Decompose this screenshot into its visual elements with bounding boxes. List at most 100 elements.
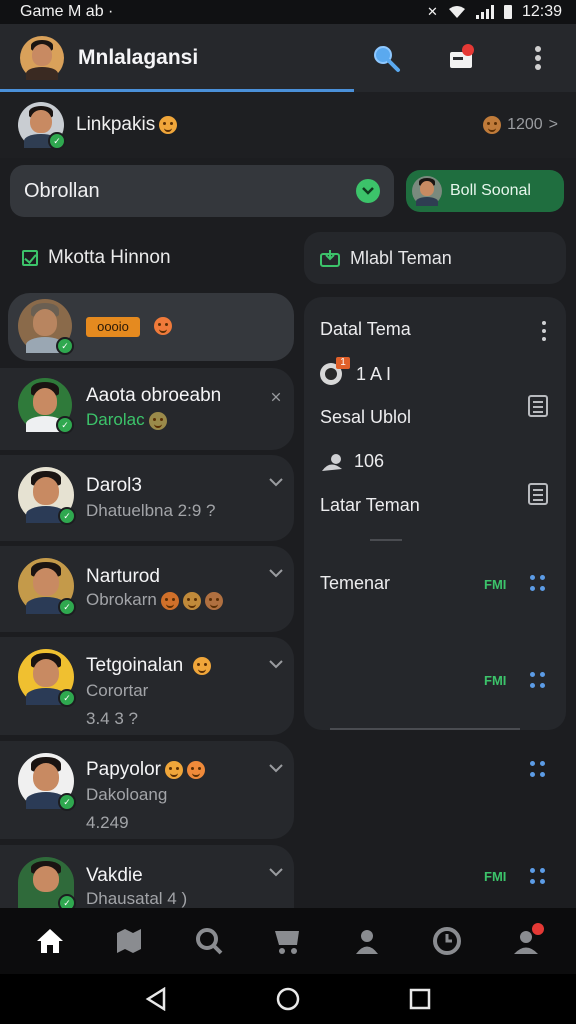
emoji-icon — [148, 411, 167, 430]
online-check-icon: ✓ — [58, 598, 76, 616]
nav-search[interactable] — [189, 921, 229, 961]
chevron-down-icon[interactable] — [268, 568, 284, 578]
document-icon[interactable] — [528, 483, 548, 505]
nav-map[interactable] — [109, 921, 149, 961]
more-options-button[interactable] — [520, 40, 556, 76]
search-button[interactable] — [368, 40, 404, 76]
coin-icon — [483, 116, 502, 134]
linked-account-row[interactable]: ✓ Linkpakis 1200 > — [0, 92, 576, 158]
emoji-icon — [165, 760, 183, 779]
emoji-icon — [204, 591, 223, 610]
collapse-icon[interactable] — [268, 392, 284, 402]
chat-item[interactable]: ✓ oooio — [8, 293, 294, 361]
battery-icon — [503, 5, 512, 19]
camera-icon: 1 — [320, 357, 350, 385]
chevron-down-icon[interactable] — [268, 659, 284, 669]
status-time: 12:39 — [521, 3, 562, 20]
person-icon — [356, 930, 379, 954]
chat-avatar: ✓ — [18, 558, 76, 616]
chevron-right-icon: > — [548, 116, 558, 133]
nav-profile[interactable] — [506, 921, 546, 961]
emoji-icon — [187, 760, 205, 779]
status-badge: FMI — [484, 869, 507, 884]
bottom-navigation — [0, 908, 576, 974]
linked-name: Linkpakis — [76, 114, 479, 136]
panel-row-label: Latar Teman — [320, 495, 420, 515]
search-label: Obrollan — [24, 179, 100, 202]
panel-row-value: 1 1 A I — [320, 357, 391, 385]
mute-icon: ✕ — [427, 4, 438, 19]
status-left-text: Game M ab · — [20, 3, 114, 20]
search-bar[interactable]: Obrollan — [10, 165, 394, 217]
home-circle-icon[interactable] — [276, 987, 300, 1011]
notifications-button[interactable] — [444, 40, 480, 76]
chat-item[interactable]: ✓ Tetgoinalan Corortar 3.4 3 ? — [0, 637, 294, 735]
emoji-icon — [154, 317, 172, 335]
chat-preview: Corortar — [86, 681, 149, 700]
chat-avatar: ✓ — [18, 649, 76, 707]
status-badge: oooio — [86, 317, 140, 337]
app-header: Mnlalagansi — [0, 24, 576, 92]
chat-avatar: ✓ — [18, 467, 76, 525]
chat-name: Narturod — [86, 566, 160, 587]
chat-name: Tetgoinalan — [86, 655, 212, 677]
chat-item[interactable]: ✓ Narturod Obrokarn — [0, 546, 294, 632]
status-bar: Game M ab · ✕ 12:39 — [0, 0, 576, 24]
chevron-down-icon[interactable] — [268, 867, 284, 877]
online-check-icon: ✓ — [58, 689, 76, 707]
emoji-icon — [159, 115, 178, 134]
chat-name: Papyolor — [86, 759, 205, 781]
grid-dots-icon[interactable] — [530, 761, 546, 777]
friend-detail-panel: Datal Tema 1 1 A I Sesal Ublol 106 Latar… — [304, 297, 566, 730]
nav-cart[interactable] — [268, 921, 308, 961]
clock-icon — [432, 927, 461, 955]
chat-preview: Obrokarn — [86, 590, 223, 610]
recents-icon[interactable] — [409, 988, 431, 1010]
chat-name: Darol3 — [86, 475, 142, 496]
chat-preview: Dhausatal 4 ) — [86, 889, 188, 908]
map-icon — [117, 929, 142, 953]
nav-home[interactable] — [30, 921, 70, 961]
friend-pill-label: Boll Soonal — [450, 182, 531, 199]
kebab-icon[interactable] — [542, 321, 546, 341]
chevron-down-icon[interactable] — [268, 477, 284, 487]
chat-avatar: ✓ — [18, 299, 74, 355]
online-check-icon: ✓ — [58, 507, 76, 525]
grid-dots-icon[interactable] — [530, 575, 546, 591]
chevron-down-icon[interactable] — [356, 179, 380, 203]
grid-dots-icon[interactable] — [530, 868, 546, 884]
chat-item[interactable]: ✓ Vakdie Dhausatal 4 ) — [0, 845, 294, 912]
profile-avatar[interactable] — [20, 36, 64, 80]
chat-name: Vakdie — [86, 865, 143, 886]
chat-item[interactable]: ✓ Darol3 Dhatuelbna 2:9 ? — [0, 455, 294, 541]
home-icon — [36, 929, 63, 953]
chevron-down-icon[interactable] — [268, 763, 284, 773]
left-column-heading: Mkotta Hinnon — [22, 244, 171, 272]
cart-icon — [274, 931, 299, 954]
back-icon[interactable] — [145, 987, 167, 1011]
checkbox-icon — [22, 250, 38, 266]
document-icon[interactable] — [528, 395, 548, 417]
panel-title: Datal Tema — [320, 319, 411, 339]
nav-people[interactable] — [347, 921, 387, 961]
signal-icon — [475, 5, 494, 19]
friend-pill-button[interactable]: Boll Soonal — [406, 170, 564, 212]
wifi-icon — [448, 6, 465, 18]
emoji-icon — [160, 591, 179, 610]
nav-clock[interactable] — [427, 921, 467, 961]
panel-row-label: Sesal Ublol — [320, 407, 412, 427]
right-column-heading[interactable]: Mlabl Teman — [304, 232, 566, 284]
mailbox-icon — [450, 44, 474, 68]
chat-item[interactable]: ✓ Papyolor Dakoloang 4.249 — [0, 741, 294, 839]
grid-dots-icon[interactable] — [530, 672, 546, 688]
online-check-icon: ✓ — [48, 132, 66, 150]
chat-item[interactable]: ✓ Aaota obroeabn Darolac — [0, 368, 294, 450]
page-title: Mnlalagansi — [78, 46, 199, 69]
emoji-icon — [182, 591, 201, 610]
chat-preview: Dhatuelbna 2:9 ? — [86, 501, 216, 520]
chat-preview: Darolac — [86, 410, 167, 430]
status-badge: FMI — [484, 673, 507, 688]
search-icon — [195, 928, 222, 955]
system-navigation — [0, 974, 576, 1024]
emoji-icon — [193, 656, 212, 675]
